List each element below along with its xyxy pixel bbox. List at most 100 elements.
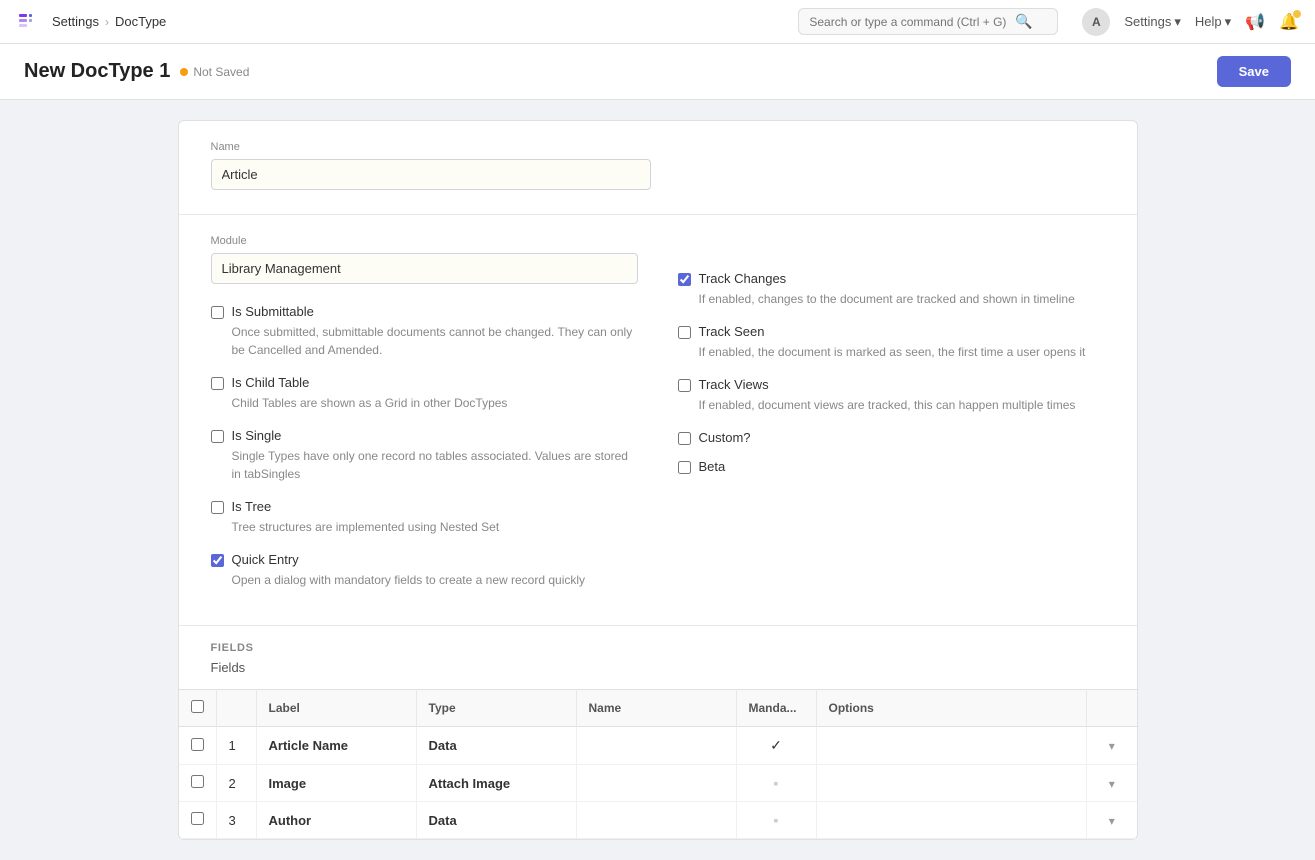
- mandatory-empty-icon: ▪: [774, 775, 779, 791]
- row-checkbox-1[interactable]: [191, 775, 204, 788]
- beta-row: Beta: [678, 459, 1105, 474]
- track-views-checkbox[interactable]: [678, 379, 691, 392]
- is-child-table-desc: Child Tables are shown as a Grid in othe…: [232, 394, 638, 412]
- page-header: New DocType 1 Not Saved Save: [0, 44, 1315, 100]
- status-text: Not Saved: [193, 65, 249, 79]
- row-num-1: 2: [216, 765, 256, 802]
- is-child-table-checkbox[interactable]: [211, 377, 224, 390]
- settings-chevron-icon: ▾: [1174, 14, 1181, 30]
- is-submittable-row: Is Submittable: [211, 304, 638, 319]
- row-dropdown-icon-1[interactable]: ▾: [1109, 777, 1115, 791]
- row-options-1: [816, 765, 1087, 802]
- track-seen-row: Track Seen: [678, 324, 1105, 339]
- track-seen-label[interactable]: Track Seen: [699, 324, 765, 339]
- row-options-0: [816, 727, 1087, 765]
- row-label-1: Image: [256, 765, 416, 802]
- th-options: Options: [816, 690, 1087, 727]
- main-content: Name Module Is Submittable Once submitte…: [0, 100, 1315, 860]
- is-single-checkbox[interactable]: [211, 430, 224, 443]
- row-type-0: Data: [416, 727, 576, 765]
- module-field-label: Module: [211, 235, 638, 247]
- topnav-right: A Settings ▾ Help ▾ 📢 🔔: [1082, 8, 1299, 36]
- row-mandatory-2: ▪: [736, 802, 816, 839]
- row-checkbox-2[interactable]: [191, 812, 204, 825]
- quick-entry-label[interactable]: Quick Entry: [232, 552, 299, 567]
- fields-header: FIELDS Fields: [179, 626, 1137, 689]
- search-icon[interactable]: 🔍: [1015, 13, 1032, 30]
- is-tree-desc: Tree structures are implemented using Ne…: [232, 518, 638, 536]
- track-changes-row: Track Changes: [678, 271, 1105, 286]
- is-tree-label[interactable]: Is Tree: [232, 499, 272, 514]
- page-title: New DocType 1: [24, 60, 170, 83]
- row-dropdown-icon-2[interactable]: ▾: [1109, 814, 1115, 828]
- right-column: Track Changes If enabled, changes to the…: [678, 235, 1105, 605]
- row-mandatory-0: ✓: [736, 727, 816, 765]
- fields-section-title: FIELDS: [211, 642, 1105, 654]
- row-action-1: ▾: [1087, 765, 1137, 802]
- track-views-row: Track Views: [678, 377, 1105, 392]
- search-input[interactable]: [809, 15, 1009, 29]
- select-all-checkbox[interactable]: [191, 700, 204, 713]
- settings-nav-button[interactable]: Settings ▾: [1124, 14, 1181, 30]
- th-type: Type: [416, 690, 576, 727]
- track-changes-desc: If enabled, changes to the document are …: [699, 290, 1105, 308]
- save-button[interactable]: Save: [1217, 56, 1291, 87]
- row-check-2: [179, 802, 217, 839]
- quick-entry-checkbox[interactable]: [211, 554, 224, 567]
- table-row: 3 Author Data ▪ ▾: [179, 802, 1137, 839]
- custom-label[interactable]: Custom?: [699, 430, 751, 445]
- breadcrumb-doctype[interactable]: DocType: [115, 14, 166, 29]
- row-mandatory-1: ▪: [736, 765, 816, 802]
- row-action-0: ▾: [1087, 727, 1137, 765]
- module-input[interactable]: [211, 253, 638, 284]
- track-changes-label[interactable]: Track Changes: [699, 271, 787, 286]
- custom-checkbox[interactable]: [678, 432, 691, 445]
- help-nav-button[interactable]: Help ▾: [1195, 14, 1231, 30]
- row-check-0: [179, 727, 217, 765]
- row-type-1: Attach Image: [416, 765, 576, 802]
- is-child-table-label[interactable]: Is Child Table: [232, 375, 310, 390]
- is-single-desc: Single Types have only one record no tab…: [232, 447, 638, 483]
- logo[interactable]: [16, 10, 40, 34]
- beta-label[interactable]: Beta: [699, 459, 726, 474]
- row-label-0: Article Name: [256, 727, 416, 765]
- form-card: Name Module Is Submittable Once submitte…: [178, 120, 1138, 840]
- name-section: Name: [179, 121, 1137, 215]
- fields-table: Label Type Name Manda... Options: [179, 689, 1137, 839]
- mandatory-check-icon: ✓: [770, 737, 782, 753]
- name-input[interactable]: [211, 159, 651, 190]
- search-bar[interactable]: 🔍: [798, 8, 1058, 35]
- row-action-2: ▾: [1087, 802, 1137, 839]
- track-changes-checkbox[interactable]: [678, 273, 691, 286]
- left-column: Module Is Submittable Once submitted, su…: [211, 235, 638, 605]
- is-submittable-desc: Once submitted, submittable documents ca…: [232, 323, 638, 359]
- search-area: 🔍: [798, 8, 1058, 35]
- is-single-label[interactable]: Is Single: [232, 428, 282, 443]
- beta-checkbox[interactable]: [678, 461, 691, 474]
- row-name-0: [576, 727, 736, 765]
- is-submittable-label[interactable]: Is Submittable: [232, 304, 314, 319]
- status-badge: Not Saved: [180, 65, 249, 79]
- th-action: [1087, 690, 1137, 727]
- is-submittable-checkbox[interactable]: [211, 306, 224, 319]
- announcement-icon[interactable]: 📢: [1245, 12, 1265, 32]
- fields-subtitle: Fields: [211, 660, 1105, 675]
- track-views-label[interactable]: Track Views: [699, 377, 769, 392]
- row-name-1: [576, 765, 736, 802]
- row-options-2: [816, 802, 1087, 839]
- track-seen-checkbox[interactable]: [678, 326, 691, 339]
- help-chevron-icon: ▾: [1225, 14, 1232, 30]
- breadcrumb-settings[interactable]: Settings: [52, 14, 99, 29]
- avatar[interactable]: A: [1082, 8, 1110, 36]
- row-label-2: Author: [256, 802, 416, 839]
- th-num: [216, 690, 256, 727]
- th-name: Name: [576, 690, 736, 727]
- th-check: [179, 690, 217, 727]
- is-tree-checkbox[interactable]: [211, 501, 224, 514]
- status-dot: [180, 68, 188, 76]
- row-checkbox-0[interactable]: [191, 738, 204, 751]
- page-title-wrap: New DocType 1 Not Saved: [24, 60, 249, 83]
- bell-button[interactable]: 🔔: [1279, 12, 1299, 32]
- row-dropdown-icon-0[interactable]: ▾: [1109, 739, 1115, 753]
- table-row: 2 Image Attach Image ▪ ▾: [179, 765, 1137, 802]
